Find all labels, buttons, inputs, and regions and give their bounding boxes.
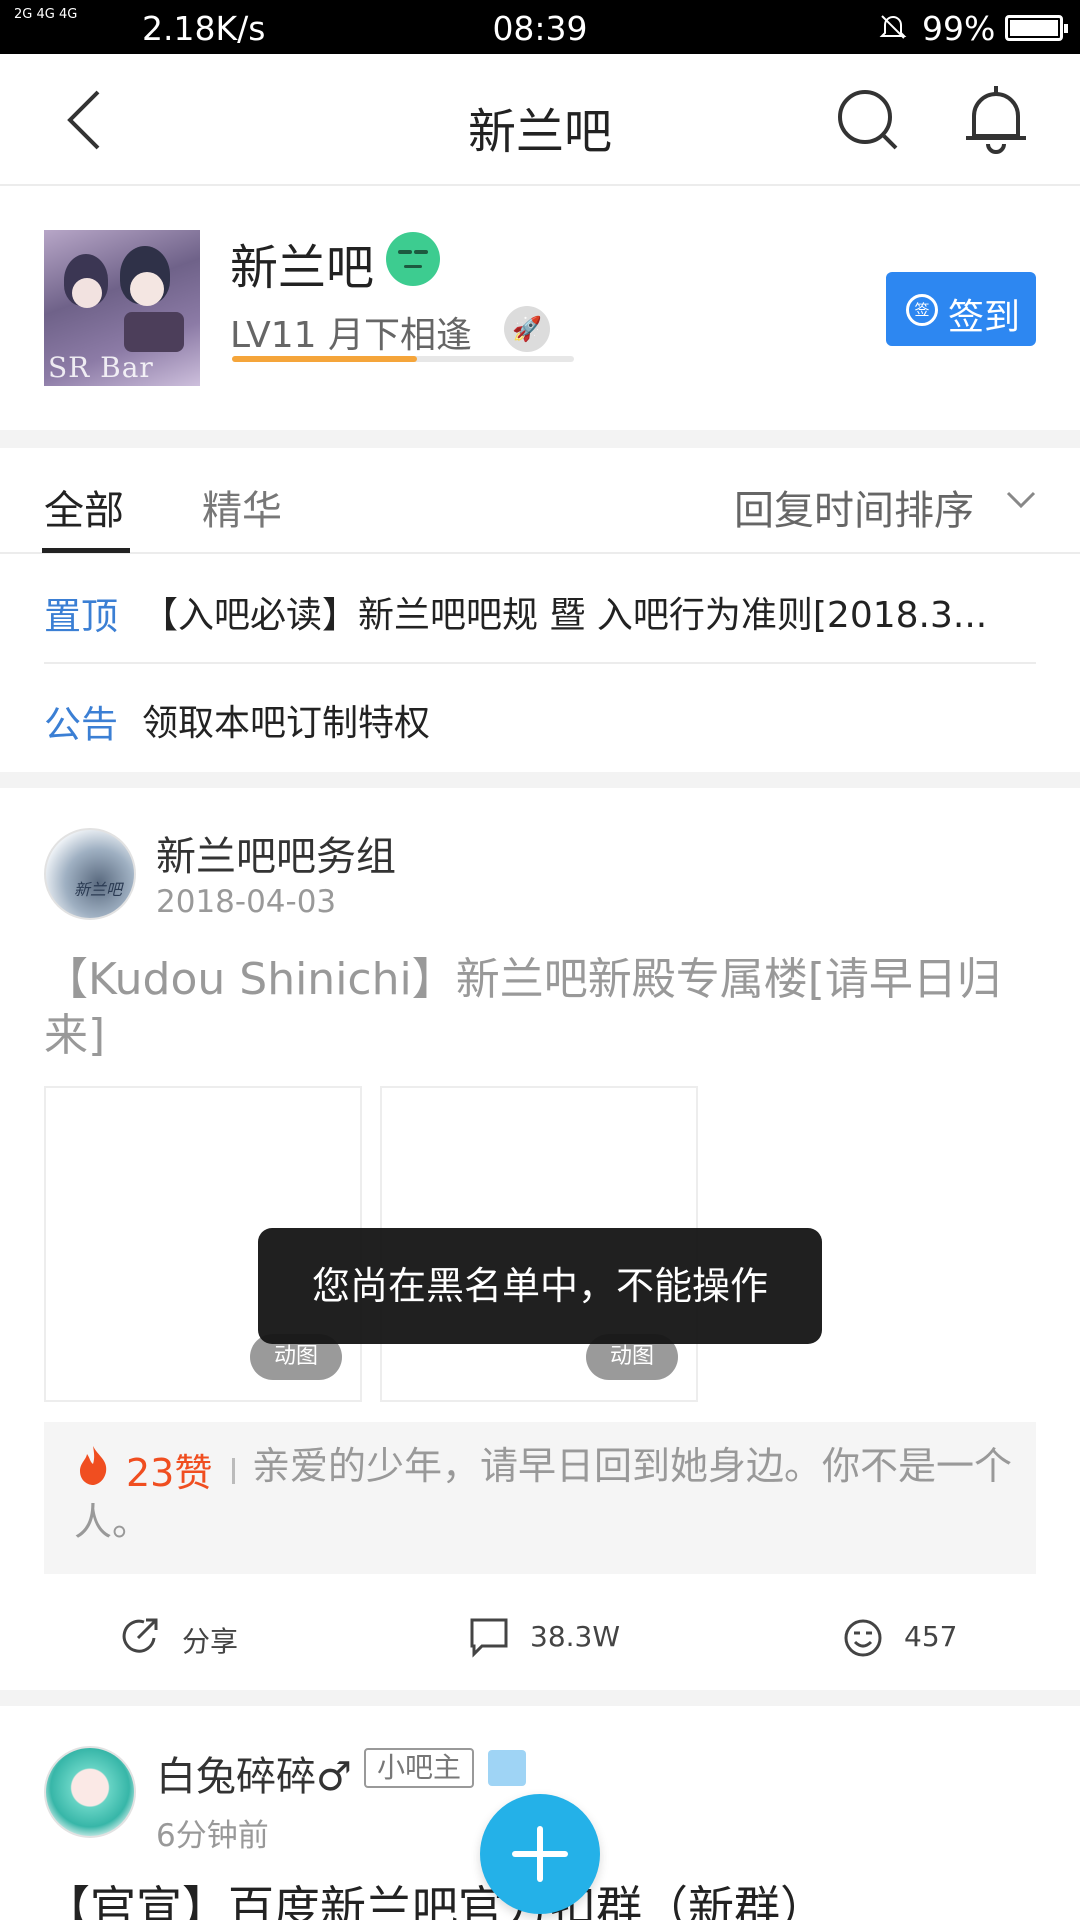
forum-level: LV11 月下相逢	[230, 315, 472, 356]
pinned-title[interactable]: 【入吧必读】新兰吧吧规 暨 入吧行为准则[2018.3...	[142, 586, 1042, 638]
section-divider	[0, 1690, 1080, 1706]
signin-icon: 签	[906, 294, 938, 326]
share-label: 分享	[182, 1625, 239, 1658]
forum-emoji-icon	[386, 232, 440, 286]
author-avatar[interactable]: 新兰吧	[44, 828, 136, 920]
signin-label: 签到	[948, 297, 1021, 338]
author-name[interactable]: 新兰吧吧务组	[156, 824, 396, 882]
separator	[232, 1458, 235, 1484]
signin-button[interactable]: 签 签到	[886, 272, 1036, 346]
author-name[interactable]: 白兔碎碎♂	[156, 1744, 352, 1802]
post-actions: 分享 38.3W 457	[0, 1588, 1080, 1678]
avatar-watermark: SR Bar	[48, 351, 154, 384]
forum-header: SR Bar 新兰吧 LV11 月下相逢 🚀 签 签到	[0, 188, 1080, 430]
chevron-down-icon[interactable]	[1006, 490, 1036, 510]
forum-name: 新兰吧	[230, 240, 375, 296]
announcement-title[interactable]: 领取本吧订制特权	[142, 694, 1042, 746]
page-title: 新兰吧	[467, 104, 612, 160]
top-nav-bar: 新兰吧	[0, 54, 1080, 186]
top-comment-text: 亲爱的少年，请早日回到她身边。你不是一个人。	[74, 1444, 1013, 1544]
level-progress-bar	[232, 356, 574, 362]
battery-icon	[1005, 15, 1068, 41]
top-comment-box[interactable]: 亲爱的少年，请早日回到她身边。你不是一个人。 23赞	[44, 1422, 1036, 1574]
pinned-tag: 置顶	[44, 595, 118, 638]
like-count: 457	[904, 1620, 958, 1653]
post-title[interactable]: 【Kudou Shinichi】新兰吧新殿专属楼[请早日归来]	[44, 952, 1024, 1064]
like-face-icon	[844, 1619, 882, 1657]
share-icon	[122, 1618, 158, 1653]
post-title[interactable]: 【官宣】百度新兰吧官方扣群（新群）	[44, 1872, 826, 1920]
announcement-row[interactable]: 公告 领取本吧订制特权	[0, 664, 1080, 770]
comment-count: 38.3W	[530, 1620, 621, 1653]
status-bar: 2G 4G 4G 2.18K/s 08:39 99%	[0, 0, 1080, 54]
rocket-icon[interactable]: 🚀	[504, 306, 550, 352]
author-avatar[interactable]	[44, 1746, 136, 1838]
tab-bar: 全部 精华 回复时间排序	[0, 448, 1080, 554]
tab-featured[interactable]: 精华	[202, 478, 282, 536]
section-divider	[0, 430, 1080, 448]
announcement-tag: 公告	[44, 703, 118, 746]
sort-dropdown[interactable]: 回复时间排序	[734, 478, 974, 536]
moderator-badge: 小吧主	[364, 1748, 474, 1788]
post-date: 6分钟前	[156, 1818, 269, 1854]
forum-avatar: SR Bar	[44, 230, 200, 386]
clock: 08:39	[492, 9, 588, 48]
new-post-fab-button[interactable]	[480, 1794, 600, 1914]
toast-message: 您尚在黑名单中，不能操作	[258, 1228, 822, 1344]
search-icon[interactable]	[836, 88, 900, 152]
flame-icon	[80, 1446, 107, 1485]
section-divider	[0, 772, 1080, 788]
pinned-post-row[interactable]: 置顶 【入吧必读】新兰吧吧规 暨 入吧行为准则[2018.3...	[0, 556, 1080, 662]
active-tab-indicator	[42, 548, 130, 553]
vip-bow-icon	[488, 1750, 526, 1786]
like-count-badge: 23赞	[126, 1451, 213, 1495]
bell-icon[interactable]	[964, 84, 1028, 154]
muted-bell-icon	[879, 15, 907, 39]
tab-all[interactable]: 全部	[44, 478, 124, 536]
post-date: 2018-04-03	[156, 884, 337, 920]
battery-percent: 99%	[922, 9, 996, 48]
comment-icon	[470, 1618, 508, 1658]
